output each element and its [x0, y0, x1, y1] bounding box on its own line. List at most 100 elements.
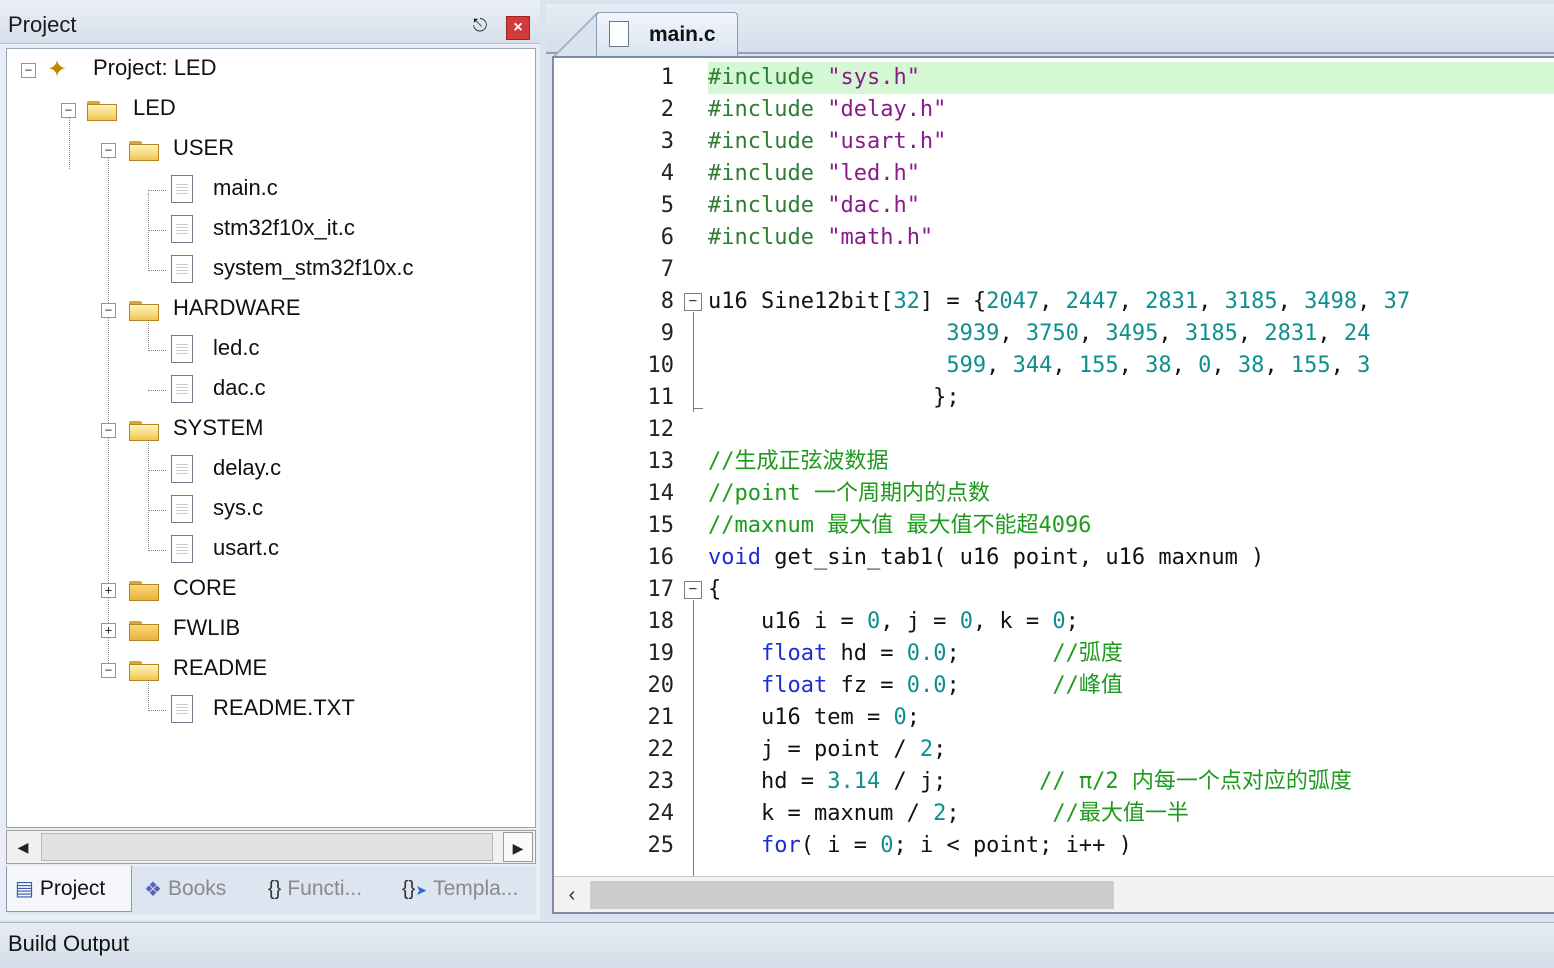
- code-line[interactable]: //生成正弦波数据: [708, 446, 1554, 478]
- code-line[interactable]: //point 一个周期内的点数: [708, 478, 1554, 510]
- tree-root-project[interactable]: − ✦ Project: LED: [7, 53, 527, 87]
- scroll-left-icon[interactable]: ◀: [8, 832, 38, 862]
- code-token: ,: [1158, 321, 1185, 346]
- tree-file-dac-c[interactable]: dac.c: [7, 373, 527, 407]
- code-line[interactable]: [708, 254, 1554, 286]
- line-number: 19: [647, 641, 675, 666]
- tree-file-system-stm32f10x-c[interactable]: system_stm32f10x.c: [7, 253, 527, 287]
- fold-margin: − −: [680, 58, 706, 888]
- tab-templates[interactable]: {}➤ Templa...: [398, 866, 534, 912]
- code-token: "led.h": [827, 161, 920, 186]
- line-number: 10: [647, 353, 675, 378]
- code-token: , j =: [880, 609, 960, 634]
- scrollbar-thumb[interactable]: [590, 881, 1114, 909]
- tree-file-led-c[interactable]: led.c: [7, 333, 527, 367]
- tab-label: Project: [39, 876, 106, 900]
- collapse-icon[interactable]: −: [101, 423, 116, 438]
- code-line[interactable]: for( i = 0; i < point; i++ ): [708, 830, 1554, 862]
- code-token: 3495: [1105, 321, 1159, 346]
- tree-target-led[interactable]: − LED: [7, 93, 527, 127]
- tree-file-stm32f10x-it-c[interactable]: stm32f10x_it.c: [7, 213, 527, 247]
- code-token: float: [760, 673, 828, 698]
- code-line[interactable]: #include "math.h": [708, 222, 1554, 254]
- code-token: ; i < point; i++ ): [893, 833, 1132, 858]
- tree-file-label: stm32f10x_it.c: [213, 215, 355, 240]
- code-token: 0: [1052, 609, 1066, 634]
- code-line[interactable]: float fz = 0.0; //峰值: [708, 670, 1554, 702]
- code-token: 0: [893, 705, 907, 730]
- code-line[interactable]: 3939, 3750, 3495, 3185, 2831, 24: [708, 318, 1554, 350]
- code-line[interactable]: hd = 3.14 / j; // π/2 内每一个点对应的弧度: [708, 766, 1554, 798]
- tree-file-main-c[interactable]: main.c: [7, 173, 527, 207]
- code-line[interactable]: 599, 344, 155, 38, 0, 38, 155, 3: [708, 350, 1554, 382]
- tree-group-user[interactable]: − USER: [7, 133, 527, 167]
- code-line[interactable]: #include "dac.h": [708, 190, 1554, 222]
- fold-collapse-icon[interactable]: −: [684, 581, 702, 599]
- tree-file-label: README.TXT: [213, 695, 355, 720]
- fold-collapse-icon[interactable]: −: [684, 293, 702, 311]
- code-line[interactable]: u16 i = 0, j = 0, k = 0;: [708, 606, 1554, 638]
- code-line[interactable]: float hd = 0.0; //弧度: [708, 638, 1554, 670]
- code-token: 599: [946, 353, 987, 378]
- code-line[interactable]: #include "sys.h": [708, 62, 1554, 94]
- project-panel-header: Project ⎋ ×: [0, 4, 540, 44]
- collapse-icon[interactable]: −: [101, 663, 116, 678]
- tree-file-delay-c[interactable]: delay.c: [7, 453, 527, 487]
- scroll-right-icon[interactable]: ▶: [503, 832, 533, 862]
- tab-project[interactable]: ▤ Project: [6, 866, 132, 912]
- code-token: 3939: [946, 321, 1000, 346]
- tree-file-usart-c[interactable]: usart.c: [7, 533, 527, 567]
- code-line[interactable]: u16 tem = 0;: [708, 702, 1554, 734]
- tree-horizontal-scrollbar[interactable]: ◀ ▶: [6, 830, 536, 864]
- code-line[interactable]: k = maxnum / 2; //最大值一半: [708, 798, 1554, 830]
- code-line[interactable]: j = point / 2;: [708, 734, 1554, 766]
- collapse-icon[interactable]: −: [61, 103, 76, 118]
- tab-main-c[interactable]: main.c: [596, 12, 738, 56]
- code-token: u16 i =: [708, 609, 867, 634]
- tree-file-label: sys.c: [213, 495, 264, 520]
- collapse-icon[interactable]: −: [21, 63, 36, 78]
- tab-functions[interactable]: {} Functi...: [262, 866, 392, 912]
- tree-root-label: Project: LED: [93, 55, 217, 80]
- line-number: 20: [647, 673, 675, 698]
- file-icon: [171, 375, 193, 403]
- collapse-icon[interactable]: −: [101, 143, 116, 158]
- code-line[interactable]: void get_sin_tab1( u16 point, u16 maxnum…: [708, 542, 1554, 574]
- tree-group-fwlib[interactable]: + FWLIB: [7, 613, 527, 647]
- build-output-title: Build Output: [8, 931, 130, 956]
- collapse-icon[interactable]: −: [101, 303, 116, 318]
- scrollbar-thumb[interactable]: [41, 833, 493, 861]
- code-token: 3185: [1224, 289, 1278, 314]
- tree-group-label: README: [173, 655, 268, 680]
- code-line[interactable]: [708, 414, 1554, 446]
- tree-group-hardware[interactable]: − HARDWARE: [7, 293, 527, 327]
- code-line[interactable]: //maxnum 最大值 最大值不能超4096: [708, 510, 1554, 542]
- code-token: //峰值: [1052, 673, 1123, 698]
- file-icon: [171, 455, 193, 483]
- code-line[interactable]: {: [708, 574, 1554, 606]
- project-gear-icon: ✦: [47, 56, 68, 83]
- scroll-left-icon[interactable]: ‹: [558, 881, 586, 909]
- code-token: fz =: [827, 673, 907, 698]
- expand-icon[interactable]: +: [101, 583, 116, 598]
- code-line[interactable]: #include "usart.h": [708, 126, 1554, 158]
- code-line[interactable]: #include "led.h": [708, 158, 1554, 190]
- code-token: ,: [1118, 353, 1146, 378]
- code-editor[interactable]: 1 2 3 4 5 6 7 8 9 10 11 12 13 14 15 16 17 18 19 20 21 22 23 24 2…: [552, 56, 1554, 914]
- close-panel-button[interactable]: ×: [506, 16, 530, 40]
- pin-icon[interactable]: ⎋: [470, 14, 490, 36]
- tree-file-sys-c[interactable]: sys.c: [7, 493, 527, 527]
- tree-group-core[interactable]: + CORE: [7, 573, 527, 607]
- expand-icon[interactable]: +: [101, 623, 116, 638]
- tree-file-readme-txt[interactable]: README.TXT: [7, 693, 527, 727]
- code-line[interactable]: #include "delay.h": [708, 94, 1554, 126]
- code-token: float: [760, 641, 828, 666]
- tree-group-readme[interactable]: − README: [7, 653, 527, 687]
- code-line[interactable]: u16 Sine12bit[32] = {2047, 2447, 2831, 3…: [708, 286, 1554, 318]
- editor-horizontal-scrollbar[interactable]: ‹: [554, 876, 1554, 912]
- code-line[interactable]: };: [708, 382, 1554, 414]
- tab-books[interactable]: ❖ Books: [138, 866, 256, 912]
- code-token: hd =: [708, 769, 828, 794]
- code-token: #include: [708, 97, 828, 122]
- tree-group-system[interactable]: − SYSTEM: [7, 413, 527, 447]
